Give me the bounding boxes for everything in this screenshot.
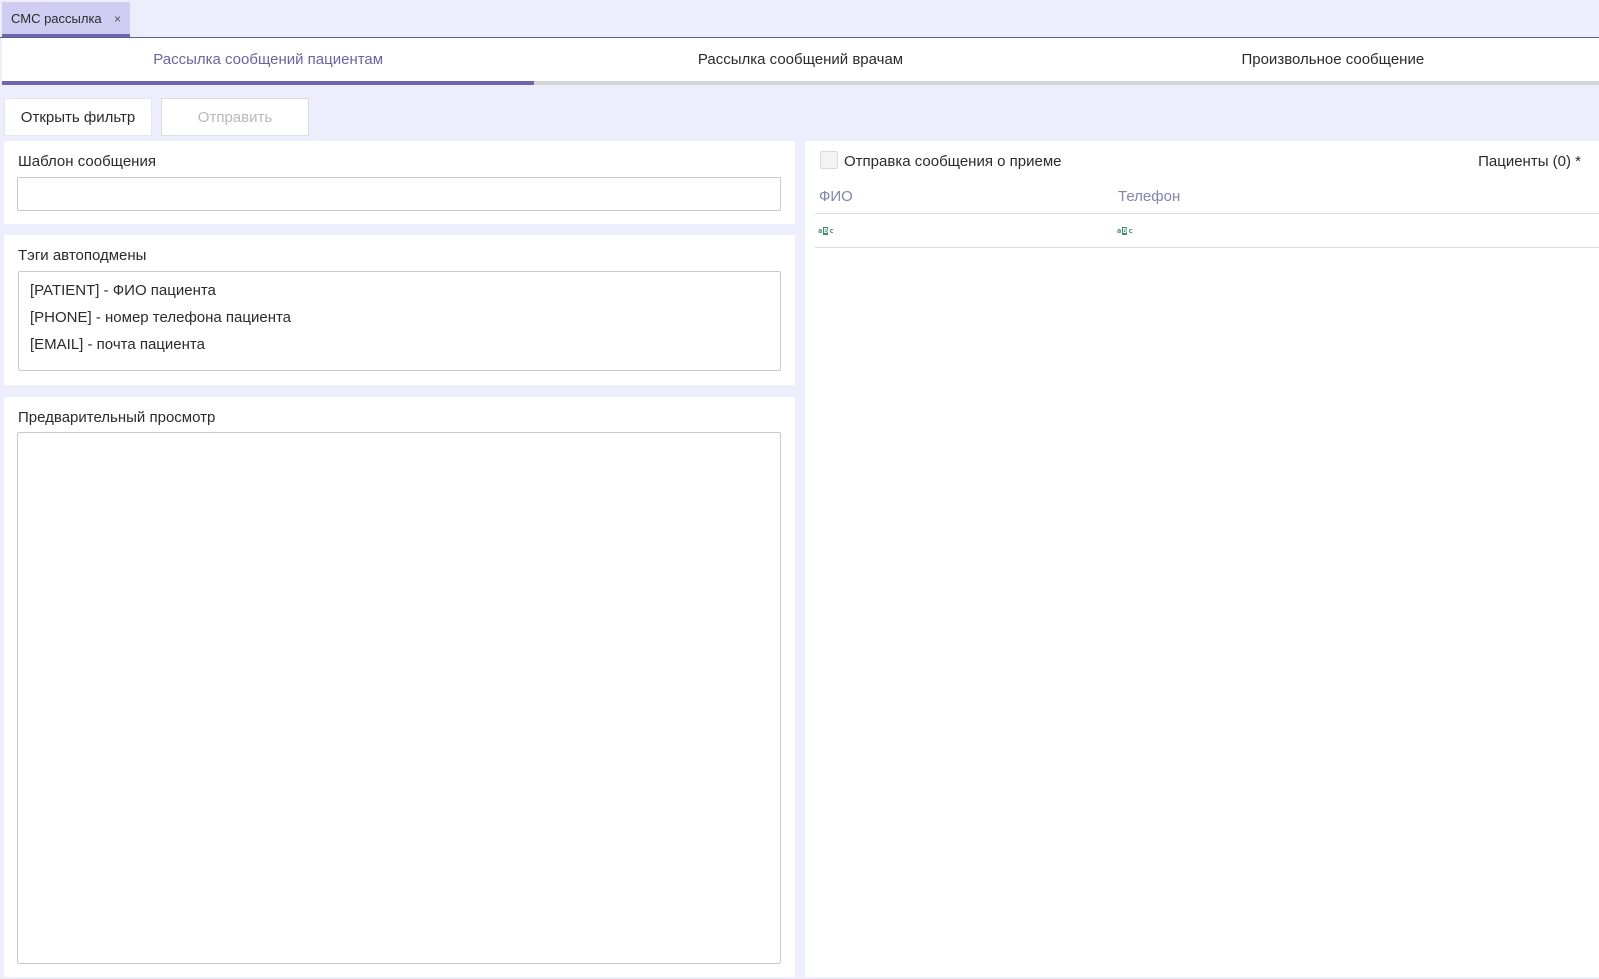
document-tab-bar: СМС рассылка × bbox=[0, 0, 1599, 38]
tag-line-email: [EMAIL] - почта пациента bbox=[30, 336, 205, 353]
tag-line-patient: [PATIENT] - ФИО пациента bbox=[30, 282, 216, 299]
close-icon[interactable]: × bbox=[114, 12, 121, 26]
column-header-phone[interactable]: Телефон bbox=[1118, 188, 1180, 205]
tags-list[interactable]: [PATIENT] - ФИО пациента [PHONE] - номер… bbox=[18, 271, 781, 371]
preview-panel: Предварительный просмотр bbox=[4, 397, 795, 977]
tag-line-phone: [PHONE] - номер телефона пациента bbox=[30, 309, 292, 326]
appointment-checkbox[interactable] bbox=[820, 151, 838, 169]
patients-count: Пациенты (0) * bbox=[1478, 153, 1581, 170]
template-title: Шаблон сообщения bbox=[18, 153, 156, 170]
patients-panel: Отправка сообщения о приеме Пациенты (0)… bbox=[805, 141, 1599, 977]
column-header-fio[interactable]: ФИО bbox=[819, 188, 853, 205]
tab-custom-message[interactable]: Произвольное сообщение bbox=[1066, 38, 1599, 85]
preview-textarea[interactable] bbox=[17, 432, 781, 964]
text-filter-icon[interactable]: aBc bbox=[818, 225, 834, 237]
template-panel: Шаблон сообщения bbox=[4, 141, 795, 224]
document-tab-sms[interactable]: СМС рассылка × bbox=[2, 2, 130, 37]
open-filter-button[interactable]: Открыть фильтр bbox=[4, 98, 152, 136]
preview-title: Предварительный просмотр bbox=[18, 409, 216, 426]
text-filter-icon[interactable]: aBc bbox=[1117, 225, 1133, 237]
tab-label: Рассылка сообщений врачам bbox=[697, 51, 904, 68]
send-button[interactable]: Отправить bbox=[161, 98, 309, 136]
tab-label: Рассылка сообщений пациентам bbox=[153, 51, 384, 68]
tags-title: Тэги автоподмены bbox=[18, 247, 147, 264]
appointment-checkbox-label[interactable]: Отправка сообщения о приеме bbox=[844, 153, 1061, 170]
tags-panel: Тэги автоподмены [PATIENT] - ФИО пациент… bbox=[4, 235, 795, 385]
tab-label: Произвольное сообщение bbox=[1241, 51, 1425, 68]
template-input[interactable] bbox=[17, 177, 781, 211]
tab-patients-mailing[interactable]: Рассылка сообщений пациентам bbox=[2, 38, 535, 85]
header-divider bbox=[815, 213, 1599, 214]
mailing-tabs: Рассылка сообщений пациентам Рассылка со… bbox=[2, 38, 1599, 85]
filter-row-divider bbox=[815, 247, 1599, 248]
document-tab-label: СМС рассылка bbox=[11, 10, 102, 26]
tab-doctors-mailing[interactable]: Рассылка сообщений врачам bbox=[534, 38, 1067, 85]
